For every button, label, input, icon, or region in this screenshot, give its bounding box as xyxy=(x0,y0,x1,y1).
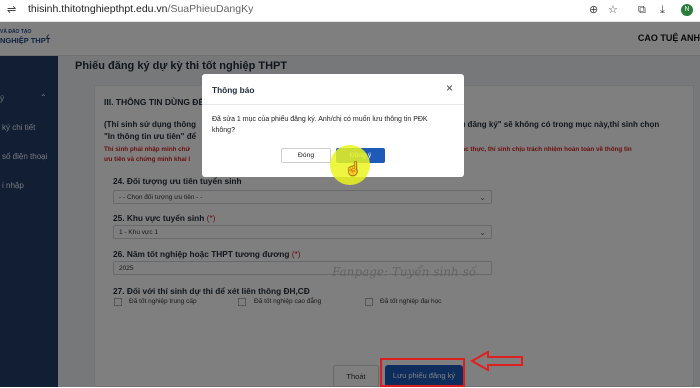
url-host: thisinh.thitotnghiepthpt.edu.vn xyxy=(28,3,168,15)
dialog-divider xyxy=(202,104,464,105)
download-icon[interactable]: ⤓ xyxy=(660,4,665,16)
dialog-title: Thông báo xyxy=(212,85,255,95)
dialog-message: Đã sửa 1 mục của phiếu đăng ký. Anh/chị … xyxy=(212,116,428,134)
url-path: /SuaPhieuDangKy xyxy=(167,3,254,15)
profile-avatar-icon[interactable]: N xyxy=(681,4,693,16)
dialog-close-button[interactable]: Đóng xyxy=(281,148,331,163)
close-icon[interactable]: × xyxy=(446,81,453,95)
hand-cursor-icon: ☝ xyxy=(345,161,362,176)
zoom-icon[interactable]: ⊕ xyxy=(589,4,598,16)
highlight-outline xyxy=(380,358,465,387)
address-bar[interactable]: thisinh.thitotnghiepthpt.edu.vn/SuaPhieu… xyxy=(28,3,253,15)
site-info-icon[interactable]: ⇌ xyxy=(7,4,16,16)
bookmark-star-icon[interactable]: ☆ xyxy=(608,4,618,16)
extensions-icon[interactable]: ⧉ xyxy=(638,4,646,16)
browser-toolbar: ⇌ thisinh.thitotnghiepthpt.edu.vn/SuaPhi… xyxy=(0,0,700,22)
pointing-arrow-icon xyxy=(470,350,523,372)
